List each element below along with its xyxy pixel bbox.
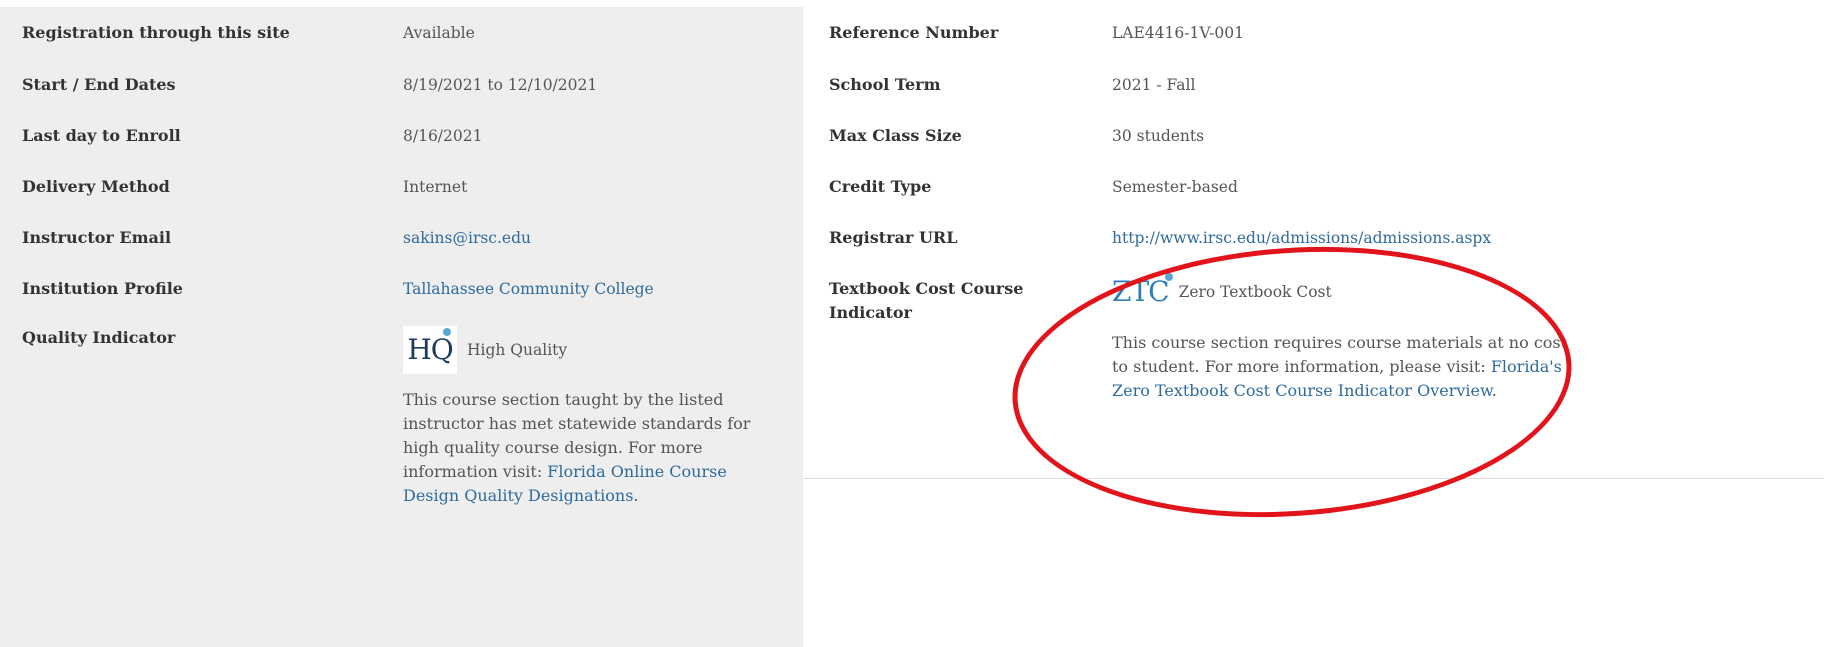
textbook-label: Textbook Cost Course Indicator xyxy=(829,279,1024,322)
quality-content: HQ High Quality This course section taug… xyxy=(403,326,778,508)
enroll-label: Last day to Enroll xyxy=(22,126,181,145)
hq-logo-text: HQ xyxy=(407,333,453,366)
registrar-url-link[interactable]: http://www.irsc.edu/admissions/admission… xyxy=(1112,226,1491,250)
row-registration: Registration through this site Available xyxy=(0,7,803,60)
row-school-term: School Term 2021 - Fall xyxy=(803,59,1824,111)
textbook-badge: ZTC Zero Textbook Cost xyxy=(1112,273,1582,308)
hq-logo-dot xyxy=(443,328,451,336)
institution-link[interactable]: Tallahassee Community College xyxy=(403,277,654,301)
row-registrar: Registrar URL http://www.irsc.edu/admiss… xyxy=(803,212,1824,264)
row-institution: Institution Profile Tallahassee Communit… xyxy=(0,263,803,315)
row-enroll: Last day to Enroll 8/16/2021 xyxy=(0,110,803,162)
institution-label: Institution Profile xyxy=(22,279,183,298)
credit-type-value: Semester-based xyxy=(1112,178,1238,196)
hq-logo-icon: HQ xyxy=(403,326,457,374)
delivery-value: Internet xyxy=(403,178,468,196)
credit-type-label: Credit Type xyxy=(829,177,932,196)
row-textbook: Textbook Cost Course Indicator ZTC Zero … xyxy=(803,263,1824,479)
textbook-content: ZTC Zero Textbook Cost This course secti… xyxy=(1112,273,1582,403)
quality-badge: HQ High Quality xyxy=(403,326,778,374)
row-instructor-email: Instructor Email sakins@irsc.edu xyxy=(0,212,803,264)
ztc-logo-dot xyxy=(1164,273,1173,281)
dates-label: Start / End Dates xyxy=(22,75,176,94)
left-details-panel: Registration through this site Available… xyxy=(0,7,803,647)
row-credit-type: Credit Type Semester-based xyxy=(803,161,1824,213)
quality-desc-suffix: . xyxy=(633,486,639,505)
max-class-value: 30 students xyxy=(1112,127,1205,145)
ztc-logo-icon: ZTC xyxy=(1112,273,1173,308)
row-delivery: Delivery Method Internet xyxy=(0,161,803,213)
textbook-description: This course section requires course mate… xyxy=(1112,331,1582,403)
dates-value: 8/19/2021 to 12/10/2021 xyxy=(403,76,598,94)
max-class-label: Max Class Size xyxy=(829,126,962,145)
school-term-label: School Term xyxy=(829,75,941,94)
ztc-logo-text: ZTC xyxy=(1112,275,1170,308)
quality-badge-text: High Quality xyxy=(467,341,568,359)
row-max-class: Max Class Size 30 students xyxy=(803,110,1824,162)
textbook-desc-suffix: . xyxy=(1491,381,1497,400)
registration-label: Registration through this site xyxy=(22,23,290,42)
row-dates: Start / End Dates 8/19/2021 to 12/10/202… xyxy=(0,59,803,111)
reference-value: LAE4416-1V-001 xyxy=(1112,24,1244,42)
delivery-label: Delivery Method xyxy=(22,177,170,196)
right-details-panel: Reference Number LAE4416-1V-001 School T… xyxy=(803,7,1824,647)
registration-value: Available xyxy=(403,24,475,42)
row-reference: Reference Number LAE4416-1V-001 xyxy=(803,7,1824,60)
enroll-value: 8/16/2021 xyxy=(403,127,483,145)
school-term-value: 2021 - Fall xyxy=(1112,76,1196,94)
textbook-badge-text: Zero Textbook Cost xyxy=(1178,283,1332,301)
reference-label: Reference Number xyxy=(829,23,999,42)
instructor-email-label: Instructor Email xyxy=(22,228,172,247)
registrar-label: Registrar URL xyxy=(829,228,958,247)
quality-description: This course section taught by the listed… xyxy=(403,388,778,508)
quality-label: Quality Indicator xyxy=(22,328,176,347)
row-quality: Quality Indicator HQ High Quality This c… xyxy=(0,314,803,647)
instructor-email-link[interactable]: sakins@irsc.edu xyxy=(403,226,531,250)
